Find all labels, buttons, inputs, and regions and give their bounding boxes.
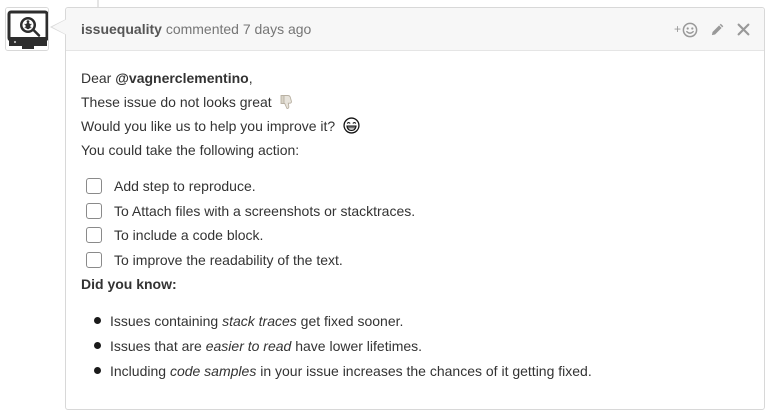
bullet-icon bbox=[94, 342, 101, 349]
task-checkbox[interactable] bbox=[86, 178, 102, 195]
task-list: Add step to reproduce. To Attach files w… bbox=[81, 174, 749, 272]
comment-header: issuequality commented 7 days ago + bbox=[66, 8, 764, 51]
pencil-edit-icon bbox=[711, 23, 724, 36]
issue-comment-view: issuequality commented 7 days ago + Dear… bbox=[0, 0, 769, 413]
avatar[interactable] bbox=[5, 7, 49, 51]
delete-comment-button[interactable] bbox=[737, 23, 750, 36]
task-item: Add step to reproduce. bbox=[81, 174, 749, 199]
task-checkbox[interactable] bbox=[86, 202, 102, 219]
smiley-reaction-icon bbox=[682, 22, 698, 37]
tip-text: Including code samples in your issue inc… bbox=[110, 362, 592, 379]
intro-line-1: These issue do not looks great bbox=[81, 90, 749, 114]
task-label: To improve the readability of the text. bbox=[114, 251, 343, 268]
bug-monitor-avatar-icon bbox=[6, 8, 48, 50]
add-reaction-button[interactable]: + bbox=[674, 8, 698, 51]
intro-text-1: These issue do not looks great bbox=[81, 94, 272, 110]
task-item: To improve the readability of the text. bbox=[81, 248, 749, 273]
tip-item: Issues containing stack traces get fixed… bbox=[81, 308, 749, 333]
intro-line-3: You could take the following action: bbox=[81, 142, 300, 158]
greeting-line: Dear @vagnerclementino, bbox=[81, 66, 749, 90]
edit-comment-button[interactable] bbox=[710, 22, 725, 37]
task-label: To include a code block. bbox=[114, 227, 264, 244]
tip-item: Including code samples in your issue inc… bbox=[81, 358, 749, 383]
tip-item: Issues that are easier to read have lowe… bbox=[81, 333, 749, 358]
close-icon bbox=[737, 23, 750, 36]
tip-text: Issues containing stack traces get fixed… bbox=[110, 312, 404, 329]
task-item: To include a code block. bbox=[81, 223, 749, 248]
greeting-suffix: , bbox=[248, 70, 253, 86]
comment-body: Dear @vagnerclementino, These issue do n… bbox=[66, 51, 764, 383]
did-you-know-heading: Did you know: bbox=[81, 276, 177, 292]
task-label: Add step to reproduce. bbox=[114, 178, 256, 195]
intro-text-2: Would you like us to help you improve it… bbox=[81, 118, 336, 134]
header-actions: + bbox=[674, 8, 750, 51]
reaction-plus-label: + bbox=[673, 22, 681, 36]
bullet-icon bbox=[94, 317, 101, 324]
intro-line-2: Would you like us to help you improve it… bbox=[81, 114, 749, 138]
comment-meta[interactable]: commented 7 days ago bbox=[166, 21, 312, 37]
tip-text: Issues that are easier to read have lowe… bbox=[110, 337, 423, 354]
tips-list: Issues containing stack traces get fixed… bbox=[81, 308, 749, 383]
task-checkbox[interactable] bbox=[86, 251, 102, 268]
task-label: To Attach files with a screenshots or st… bbox=[114, 202, 416, 219]
comment-pointer-fill bbox=[52, 19, 67, 35]
greeting-prefix: Dear bbox=[81, 70, 112, 86]
grinning-face-icon bbox=[343, 117, 360, 141]
user-mention[interactable]: @vagnerclementino bbox=[115, 70, 248, 86]
bullet-icon bbox=[94, 367, 101, 374]
comment-box: issuequality commented 7 days ago + Dear… bbox=[50, 7, 765, 410]
task-item: To Attach files with a screenshots or st… bbox=[81, 199, 749, 224]
comment-author[interactable]: issuequality bbox=[81, 21, 162, 37]
task-checkbox[interactable] bbox=[86, 227, 102, 244]
